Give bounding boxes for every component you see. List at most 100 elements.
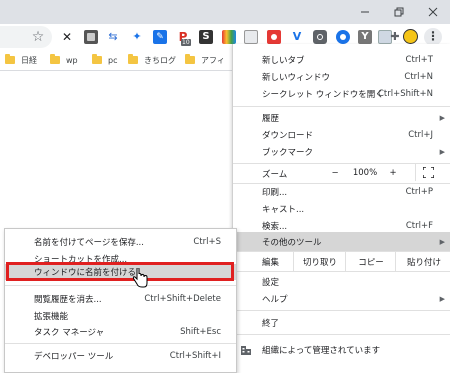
bookmark-star-button[interactable]: ☆ bbox=[30, 28, 46, 46]
menu-item-label: 名前を付けてページを保存... bbox=[34, 237, 144, 248]
menu-item-new-tab[interactable]: 新しいタブ Ctrl+T bbox=[233, 51, 450, 68]
fullscreen-icon bbox=[422, 167, 434, 178]
menu-item-incognito[interactable]: シークレット ウィンドウを開く Ctrl+Shift+N bbox=[233, 85, 450, 102]
folder-icon bbox=[92, 54, 102, 64]
restore-button[interactable] bbox=[382, 0, 416, 24]
menu-item-new-window[interactable]: 新しいウィンドウ Ctrl+N bbox=[233, 68, 450, 85]
menu-item-help[interactable]: ヘルプ ▶ bbox=[233, 290, 450, 307]
menu-item-history[interactable]: 履歴 ▶ bbox=[233, 109, 450, 126]
window-titlebar bbox=[0, 0, 450, 24]
extension-s-icon[interactable]: S bbox=[199, 30, 213, 44]
submenu-item-devtools[interactable]: デベロッパー ツール Ctrl+Shift+I bbox=[5, 347, 236, 364]
menu-item-label: タスク マネージャ bbox=[34, 327, 105, 338]
menu-item-settings[interactable]: 設定 bbox=[233, 273, 450, 290]
menu-item-label: 組織によって管理されています bbox=[262, 345, 381, 356]
folder-icon bbox=[128, 54, 138, 64]
shortcut-label: Ctrl+F bbox=[405, 220, 433, 231]
shortcut-label: Ctrl+T bbox=[405, 54, 433, 65]
bookmark-label: アフィ bbox=[201, 55, 225, 65]
extension-lifebuoy-icon[interactable] bbox=[336, 30, 350, 44]
menu-item-label: 拡張機能 bbox=[34, 311, 69, 322]
extension-pencil-icon[interactable]: ✎ bbox=[153, 30, 167, 44]
menu-item-zoom: ズーム − 100% + bbox=[233, 164, 450, 183]
shortcut-label: Ctrl+S bbox=[193, 236, 221, 247]
zoom-value: 100% bbox=[352, 167, 378, 178]
extension-badge: 10 bbox=[181, 39, 191, 46]
menu-item-label: 閲覧履歴を消去... bbox=[34, 294, 102, 305]
bookmark-folder-pc[interactable]: pc bbox=[92, 53, 117, 67]
copy-label: コピー bbox=[358, 257, 384, 268]
menu-item-label: ダウンロード bbox=[262, 130, 314, 141]
menu-item-label: 検索... bbox=[262, 221, 288, 232]
zoom-in-label: + bbox=[389, 167, 397, 178]
menu-item-downloads[interactable]: ダウンロード Ctrl+J bbox=[233, 126, 450, 143]
bookmark-label: 日経 bbox=[21, 55, 37, 65]
extension-record-icon[interactable] bbox=[267, 30, 281, 44]
bookmark-folder-affi[interactable]: アフィ bbox=[185, 53, 225, 67]
extension-box-icon[interactable] bbox=[84, 30, 98, 44]
extension-y-icon[interactable]: Y bbox=[358, 30, 372, 44]
folder-icon bbox=[50, 54, 60, 64]
submenu-item-clear-data[interactable]: 閲覧履歴を消去... Ctrl+Shift+Delete bbox=[5, 290, 236, 307]
menu-item-label: 履歴 bbox=[262, 113, 280, 124]
shortcut-label: Ctrl+Shift+N bbox=[377, 88, 433, 99]
menu-item-print[interactable]: 印刷... Ctrl+P bbox=[233, 183, 450, 200]
submenu-arrow-icon: ▶ bbox=[439, 113, 445, 122]
bookmark-folder-kichilog[interactable]: きちログ bbox=[128, 53, 176, 67]
shortcut-label: Shift+Esc bbox=[180, 326, 221, 337]
shortcut-label: Ctrl+Shift+I bbox=[169, 350, 221, 361]
bookmark-label: きちログ bbox=[144, 55, 176, 65]
cut-button[interactable]: 切り取り bbox=[293, 252, 346, 271]
extension-arrows-icon[interactable]: ⇆ bbox=[106, 30, 120, 44]
menu-separator bbox=[233, 334, 450, 335]
menu-item-exit[interactable]: 終了 bbox=[233, 314, 450, 331]
extension-v-icon[interactable]: V bbox=[290, 30, 304, 44]
managed-by-organization[interactable]: 組織によって管理されています bbox=[233, 341, 450, 358]
zoom-in-button[interactable]: + bbox=[383, 164, 403, 181]
shortcut-label: Ctrl+N bbox=[404, 71, 433, 82]
submenu-arrow-icon: ▶ bbox=[439, 237, 445, 246]
minimize-icon bbox=[361, 11, 369, 13]
submenu-arrow-icon: ▶ bbox=[439, 294, 445, 303]
submenu-item-extensions[interactable]: 拡張機能 bbox=[5, 307, 236, 324]
menu-item-bookmarks[interactable]: ブックマーク ▶ bbox=[233, 143, 450, 160]
menu-separator bbox=[5, 343, 236, 344]
bookmark-folder-wp[interactable]: wp bbox=[50, 53, 78, 67]
menu-item-label: 新しいタブ bbox=[262, 55, 305, 66]
minimize-button[interactable] bbox=[348, 0, 382, 24]
star-icon: ☆ bbox=[31, 29, 45, 45]
menu-item-more-tools[interactable]: その他のツール ▶ bbox=[233, 232, 450, 251]
paste-label: 貼り付け bbox=[406, 257, 441, 268]
paste-button[interactable]: 貼り付け bbox=[395, 252, 450, 271]
extension-x-icon[interactable]: ✕ bbox=[60, 30, 74, 44]
folder-icon bbox=[5, 54, 15, 64]
menu-item-edit: 編集 切り取り コピー 貼り付け bbox=[233, 252, 450, 271]
extension-film-icon[interactable] bbox=[244, 30, 258, 44]
submenu-item-task-manager[interactable]: タスク マネージャ Shift+Esc bbox=[5, 323, 236, 340]
folder-icon bbox=[185, 54, 195, 64]
submenu-item-save-page[interactable]: 名前を付けてページを保存... Ctrl+S bbox=[5, 233, 236, 250]
bookmark-label: wp bbox=[66, 55, 78, 65]
menu-item-cast[interactable]: キャスト... bbox=[233, 200, 450, 217]
shortcut-label: Ctrl+J bbox=[408, 129, 433, 140]
profile-avatar[interactable] bbox=[403, 29, 418, 44]
extension-colorful-icon[interactable] bbox=[222, 30, 236, 44]
extension-camera-icon[interactable] bbox=[313, 30, 327, 44]
fullscreen-button[interactable] bbox=[415, 164, 440, 181]
menu-item-label: ブックマーク bbox=[262, 147, 314, 158]
zoom-out-button[interactable]: − bbox=[325, 164, 345, 181]
copy-button[interactable]: コピー bbox=[345, 252, 396, 271]
menu-item-label: 新しいウィンドウ bbox=[262, 72, 331, 83]
extension-compass-icon[interactable]: ✦ bbox=[130, 30, 144, 44]
menu-item-label: 終了 bbox=[262, 318, 280, 329]
menu-separator bbox=[233, 271, 450, 272]
puzzle-icon[interactable]: ✚ bbox=[390, 30, 400, 44]
menu-item-label: 印刷... bbox=[262, 187, 288, 198]
more-vert-icon: ⋮ bbox=[427, 29, 439, 43]
menu-item-label: 設定 bbox=[262, 277, 280, 288]
menu-separator bbox=[233, 310, 450, 311]
restore-icon bbox=[394, 7, 404, 17]
close-icon bbox=[428, 7, 438, 17]
close-button[interactable] bbox=[416, 0, 450, 24]
bookmark-folder-nikkei[interactable]: 日経 bbox=[5, 53, 37, 67]
